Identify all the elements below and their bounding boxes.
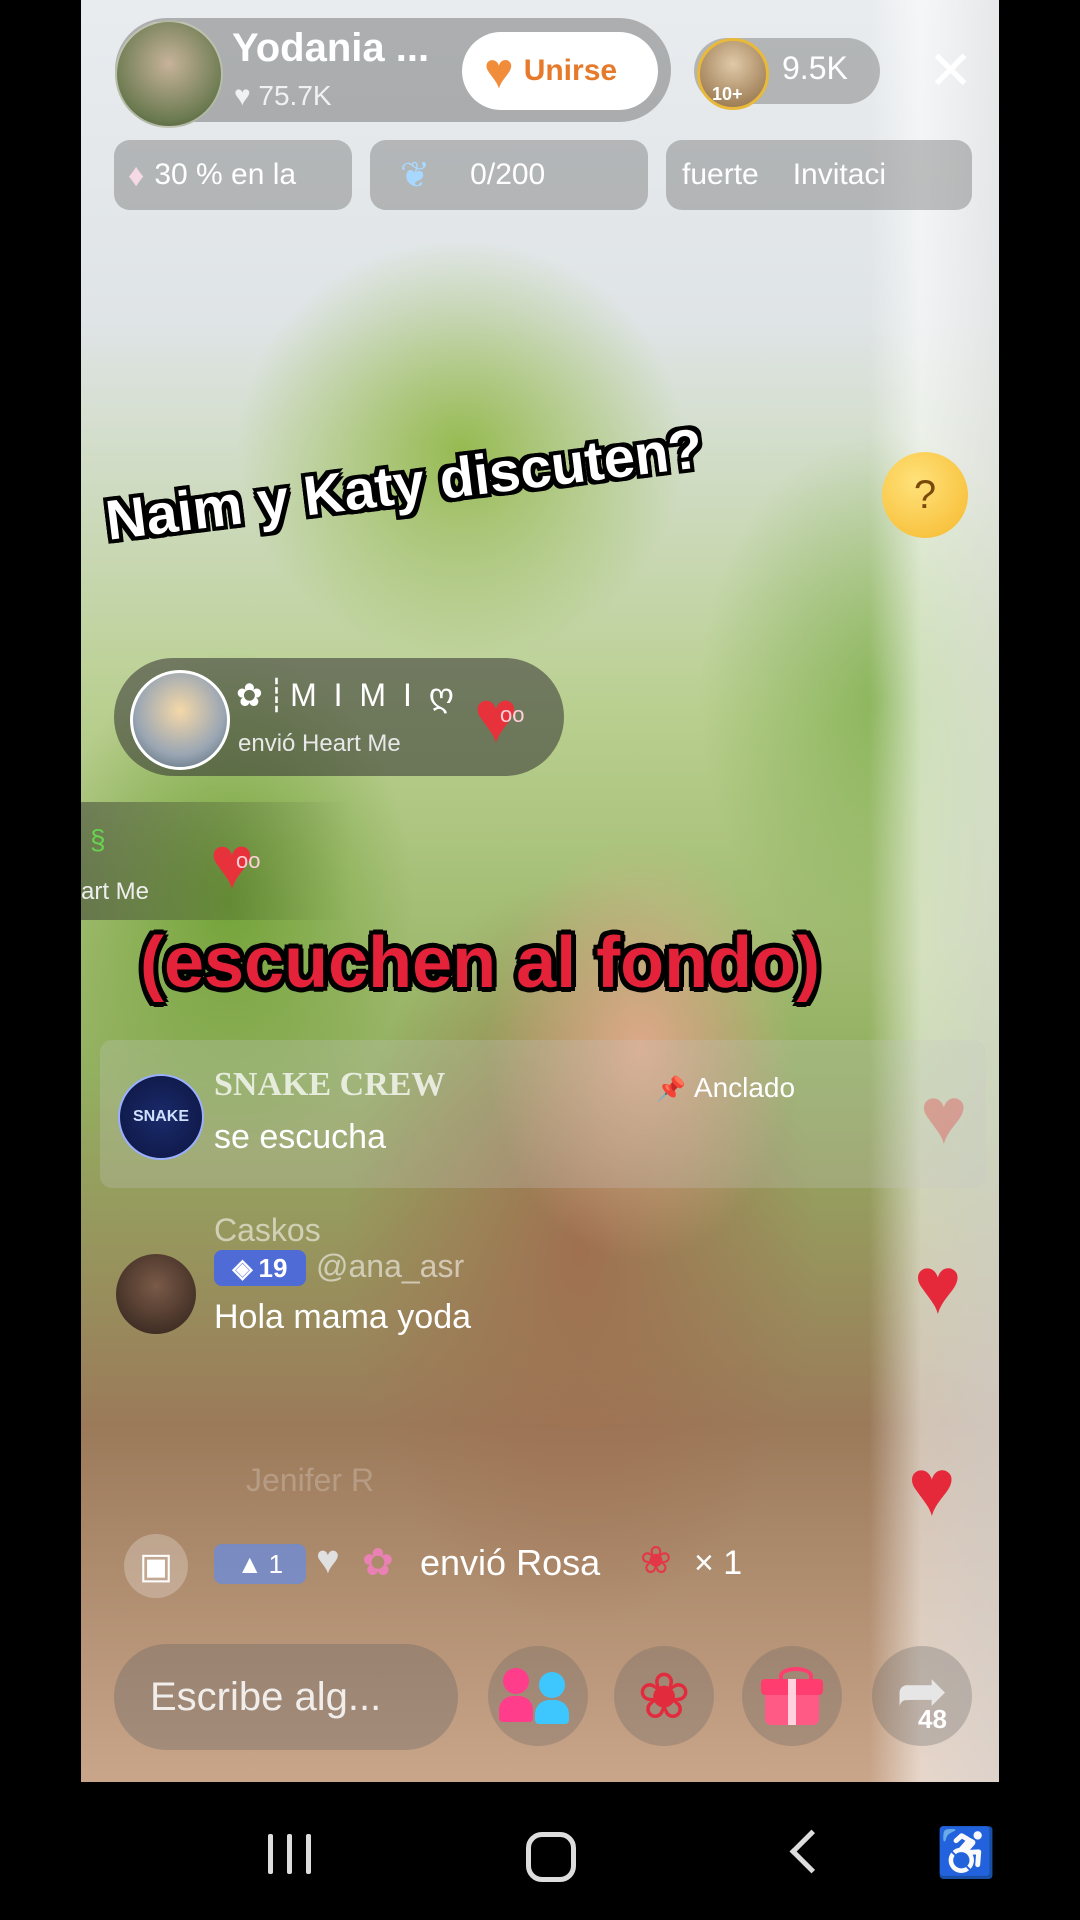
accessibility-icon[interactable]: ♿ bbox=[936, 1830, 996, 1878]
promo-chip[interactable]: ♦ 30 % en la bbox=[114, 140, 352, 210]
host-likes: ♥ 75.7K bbox=[234, 80, 332, 112]
pin-icon: 📌 bbox=[656, 1076, 686, 1103]
pinned-tag: 📌 Anclado bbox=[656, 1072, 795, 1104]
host-likes-count: 75.7K bbox=[258, 80, 332, 111]
floating-heart-icon: ♥ bbox=[920, 1071, 968, 1160]
gift-button[interactable] bbox=[742, 1646, 842, 1746]
heart-gift-icon: ♥ oo bbox=[474, 675, 525, 758]
chat-user-faded-bottom: Jenifer R bbox=[246, 1462, 375, 1498]
host-name: Yodania ... bbox=[232, 26, 430, 70]
home-icon[interactable] bbox=[526, 1832, 576, 1882]
activity-level-number: 1 bbox=[268, 1548, 284, 1579]
chat-user-name: @ana_asr bbox=[316, 1248, 465, 1284]
people-icon bbox=[499, 1668, 573, 1724]
gift-activity-text: envió Rosa bbox=[420, 1542, 601, 1583]
people-button[interactable] bbox=[488, 1646, 588, 1746]
join-button[interactable]: ♥ Unirse bbox=[462, 32, 658, 110]
gift-sent-text-secondary: art Me bbox=[81, 878, 150, 905]
pinned-message: se escucha bbox=[214, 1118, 386, 1156]
heart-plus-icon: ♥ bbox=[484, 43, 514, 99]
gift-sender-avatar[interactable] bbox=[130, 670, 230, 770]
ticker-right: Invitaci bbox=[792, 158, 887, 191]
rose-icon: ❀ bbox=[640, 1540, 672, 1582]
grey-heart-icon: ♥ bbox=[316, 1538, 340, 1582]
floating-heart-icon: ♥ bbox=[914, 1241, 962, 1330]
snake-icon: § bbox=[90, 824, 106, 855]
gift-icon[interactable]: ▣ bbox=[124, 1534, 188, 1598]
chat-message: Hola mama yoda bbox=[214, 1298, 472, 1336]
flower-icon: ✿ bbox=[362, 1542, 394, 1584]
diamond-icon: ♦ bbox=[128, 156, 145, 193]
caption-line-2: (escuchen al fondo) bbox=[140, 923, 821, 1003]
ticker-chip[interactable]: fuerte Invitaci bbox=[666, 140, 972, 210]
level-number: 19 bbox=[258, 1252, 288, 1283]
join-label: Unirse bbox=[523, 54, 618, 87]
pinned-user-avatar[interactable]: SNAKE bbox=[118, 1074, 204, 1160]
thinking-face-icon: ? bbox=[882, 452, 968, 538]
top-viewer-badge: 10+ bbox=[712, 84, 743, 104]
ticker-left: fuerte bbox=[682, 158, 759, 191]
chat-user-avatar[interactable] bbox=[116, 1254, 196, 1334]
rose-button[interactable]: ❀ bbox=[614, 1646, 714, 1746]
activity-level-badge: ▲ 1 bbox=[214, 1544, 306, 1584]
gift-box-icon bbox=[761, 1667, 823, 1725]
goal-progress-text: 0/200 bbox=[470, 158, 546, 191]
level-arrow-icon: ▲ bbox=[236, 1548, 263, 1579]
close-icon[interactable]: ✕ bbox=[928, 44, 973, 98]
gift-sender-name: ✿┊M I M I ღ bbox=[236, 677, 458, 713]
goal-progress-chip[interactable]: ❦ 0/200 bbox=[370, 140, 648, 210]
chat-user-faded: Caskos bbox=[214, 1212, 321, 1248]
share-count: 48 bbox=[918, 1704, 947, 1734]
host-avatar[interactable] bbox=[115, 20, 223, 128]
swan-icon: ❦ bbox=[400, 154, 431, 195]
level-gem-icon: ◈ bbox=[232, 1252, 253, 1283]
viewer-count: 9.5K bbox=[782, 50, 848, 86]
floating-heart-icon: ♥ bbox=[908, 1443, 956, 1532]
recents-icon[interactable] bbox=[268, 1834, 311, 1874]
pinned-comment[interactable] bbox=[100, 1040, 986, 1188]
pinned-tag-label: Anclado bbox=[693, 1072, 796, 1103]
rose-gift-icon: ❀ bbox=[637, 1660, 691, 1732]
heart-icon: ♥ bbox=[234, 80, 251, 111]
gift-sent-text: envió Heart Me bbox=[238, 730, 401, 757]
pinned-user-name: SNAKE CREW bbox=[214, 1066, 446, 1103]
level-badge: ◈ 19 bbox=[214, 1250, 306, 1286]
promo-text: 30 % en la bbox=[154, 158, 297, 191]
heart-gift-icon-secondary: ♥ oo bbox=[210, 821, 261, 904]
gift-activity-count: × 1 bbox=[694, 1544, 743, 1582]
comment-input[interactable] bbox=[114, 1644, 458, 1750]
